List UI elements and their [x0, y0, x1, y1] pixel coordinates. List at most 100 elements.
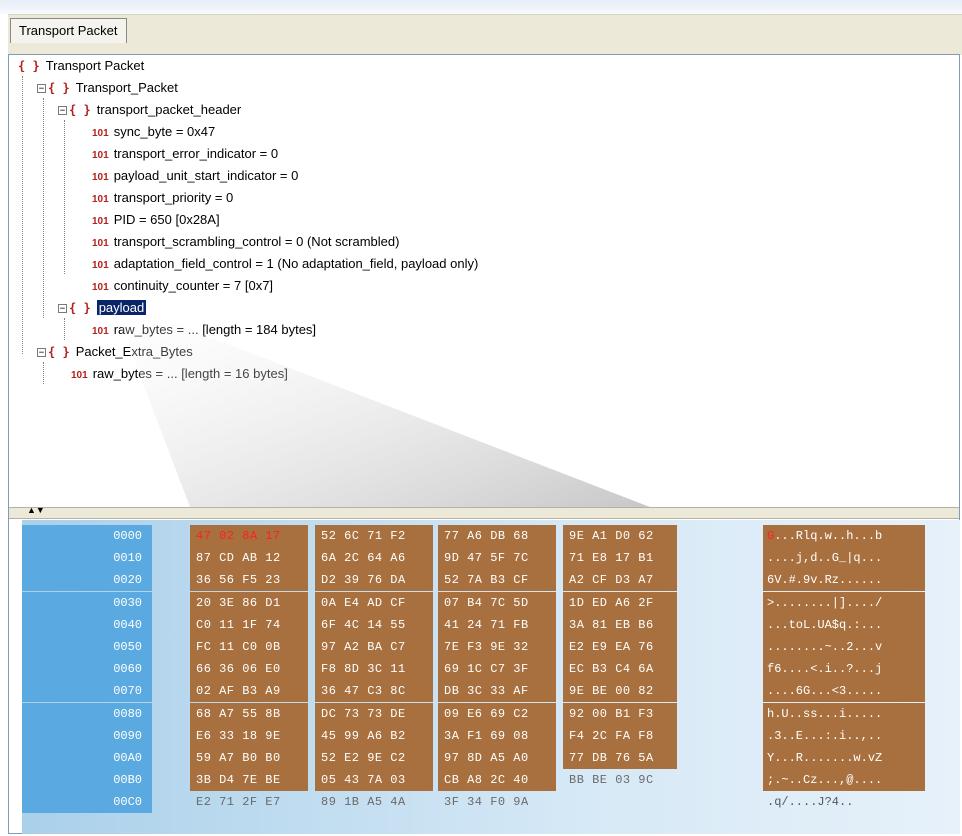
- hex-byte-group[interactable]: 59 A7 B0 B0: [190, 747, 308, 769]
- tree-node[interactable]: { } Transport Packet: [18, 56, 144, 76]
- tree-node[interactable]: 101 raw_bytes = ... [length = 184 bytes]: [81, 320, 316, 340]
- hex-ascii[interactable]: .3..E...:.i..,..: [763, 724, 925, 747]
- hex-row[interactable]: 0020 36 56 F5 23 D2 39 76 DA 52 7A B3 CF A2 …: [22, 569, 960, 592]
- hex-byte-group[interactable]: 02 AF B3 A9: [190, 680, 308, 703]
- hex-byte-group[interactable]: 3B D4 7E BE: [190, 769, 308, 792]
- hex-row[interactable]: 0010 87 CD AB 12 6A 2C 64 A6 9D 47 5F 7C 71 …: [22, 547, 960, 570]
- hex-byte-group[interactable]: D2 39 76 DA: [315, 569, 433, 592]
- collapse-icon[interactable]: −: [37, 348, 46, 358]
- tree-node[interactable]: 101 transport_error_indicator = 0: [81, 144, 278, 164]
- hex-ascii[interactable]: Y...R.......w.vZ: [763, 747, 925, 769]
- hex-byte-group[interactable]: EC B3 C4 6A: [563, 658, 677, 681]
- hex-byte-group[interactable]: 68 A7 55 8B: [190, 702, 308, 725]
- hex-byte-group[interactable]: 52 6C 71 F2: [315, 525, 433, 547]
- hex-row[interactable]: 0070 02 AF B3 A9 36 47 C3 8C DB 3C 33 AF 9E …: [22, 680, 960, 703]
- collapse-icon[interactable]: −: [58, 304, 67, 314]
- tree-node[interactable]: 101 transport_scrambling_control = 0 (Not…: [81, 232, 399, 252]
- hex-byte-group[interactable]: 3A F1 69 08: [438, 724, 556, 747]
- hex-byte-group[interactable]: 1D ED A6 2F: [563, 591, 677, 614]
- tree-node[interactable]: −{ } transport_packet_header: [58, 100, 241, 120]
- hex-row[interactable]: 0000 47 02 8A 17 52 6C 71 F2 77 A6 DB 68 9E …: [22, 525, 960, 547]
- tree-node[interactable]: 101 sync_byte = 0x47: [81, 122, 215, 142]
- hex-row[interactable]: 00B0 3B D4 7E BE 05 43 7A 03 CB A8 2C 40 BB …: [22, 769, 960, 792]
- hex-byte-group[interactable]: 3A 81 EB B6: [563, 613, 677, 636]
- hex-byte-group[interactable]: 66 36 06 E0: [190, 658, 308, 681]
- hex-byte-group[interactable]: DC 73 73 DE: [315, 702, 433, 725]
- hex-byte-group[interactable]: 09 E6 69 C2: [438, 702, 556, 725]
- hex-byte-group[interactable]: 71 E8 17 B1: [563, 547, 677, 570]
- hex-byte-group[interactable]: 0A E4 AD CF: [315, 591, 433, 614]
- hex-row[interactable]: 0050 FC 11 C0 0B 97 A2 BA C7 7E F3 9E 32 E2 …: [22, 636, 960, 658]
- hex-row[interactable]: 0040 C0 11 1F 74 6F 4C 14 55 41 24 71 FB 3A …: [22, 613, 960, 636]
- hex-byte-group[interactable]: 7E F3 9E 32: [438, 636, 556, 658]
- hex-byte-group[interactable]: E2 E9 EA 76: [563, 636, 677, 658]
- tree-node[interactable]: 101 transport_priority = 0: [81, 188, 233, 208]
- tree-guide-line: [43, 362, 44, 384]
- hex-ascii[interactable]: ...toL.UA$q.:...: [763, 613, 925, 636]
- tree-node[interactable]: 101 continuity_counter = 7 [0x7]: [81, 276, 273, 296]
- tree-node[interactable]: 101 PID = 650 [0x28A]: [81, 210, 220, 230]
- hex-byte-group[interactable]: 05 43 7A 03: [315, 769, 433, 792]
- collapse-icon[interactable]: −: [37, 84, 46, 94]
- hex-byte-group[interactable]: 89 1B A5 4A: [315, 791, 433, 813]
- tree-node[interactable]: 101 adaptation_field_control = 1 (No adap…: [81, 254, 478, 274]
- tab-transport-packet[interactable]: Transport Packet: [10, 18, 127, 43]
- collapse-icon[interactable]: −: [58, 106, 67, 116]
- hex-byte-group[interactable]: E6 33 18 9E: [190, 724, 308, 747]
- hex-byte-group[interactable]: 9E BE 00 82: [563, 680, 677, 703]
- hex-byte-group[interactable]: 77 A6 DB 68: [438, 525, 556, 547]
- hex-byte-group[interactable]: F8 8D 3C 11: [315, 658, 433, 681]
- tree-node[interactable]: −{ } Packet_Extra_Bytes: [37, 342, 193, 362]
- hex-ascii[interactable]: h.U..ss...i.....: [763, 702, 925, 725]
- hex-byte-group[interactable]: 20 3E 86 D1: [190, 591, 308, 614]
- hex-byte-group[interactable]: 87 CD AB 12: [190, 547, 308, 570]
- hex-byte-group[interactable]: 69 1C C7 3F: [438, 658, 556, 681]
- hex-ascii[interactable]: ;.~..Cz...,@....: [763, 769, 925, 792]
- hex-byte-group[interactable]: 36 56 F5 23: [190, 569, 308, 592]
- hex-byte-group[interactable]: 52 7A B3 CF: [438, 569, 556, 592]
- hex-byte-group[interactable]: 07 B4 7C 5D: [438, 591, 556, 614]
- hex-ascii[interactable]: .q/....J?4..: [763, 791, 925, 813]
- hex-byte-group[interactable]: 6F 4C 14 55: [315, 613, 433, 636]
- hex-byte-group[interactable]: E2 71 2F E7: [190, 791, 308, 813]
- hex-ascii[interactable]: G...Rlq.w..h...b: [763, 525, 925, 547]
- hex-ascii[interactable]: ........~..2...v: [763, 636, 925, 658]
- hex-row[interactable]: 00A0 59 A7 B0 B0 52 E2 9E C2 97 8D A5 A0 77 …: [22, 747, 960, 769]
- tree-node[interactable]: −{ } Transport_Packet: [37, 78, 178, 98]
- hex-ascii[interactable]: ....j,d..G_|q...: [763, 547, 925, 570]
- hex-byte-group[interactable]: 47 02 8A 17: [190, 525, 308, 547]
- hex-byte-group[interactable]: 97 A2 BA C7: [315, 636, 433, 658]
- hex-row[interactable]: 0030 20 3E 86 D1 0A E4 AD CF 07 B4 7C 5D 1D …: [22, 591, 960, 614]
- hex-row[interactable]: 00C0 E2 71 2F E7 89 1B A5 4A 3F 34 F0 9A .q/…: [22, 791, 960, 814]
- hex-byte-group[interactable]: A2 CF D3 A7: [563, 569, 677, 592]
- tree-node[interactable]: 101 raw_bytes = ... [length = 16 bytes]: [60, 364, 288, 384]
- hex-ascii[interactable]: ....6G...<3.....: [763, 680, 925, 703]
- hex-byte-group[interactable]: 45 99 A6 B2: [315, 724, 433, 747]
- hex-byte-group[interactable]: 97 8D A5 A0: [438, 747, 556, 769]
- tree-node[interactable]: 101 payload_unit_start_indicator = 0: [81, 166, 298, 186]
- hex-byte-group[interactable]: 3F 34 F0 9A: [438, 791, 556, 813]
- hex-row[interactable]: 0090 E6 33 18 9E 45 99 A6 B2 3A F1 69 08 F4 …: [22, 724, 960, 747]
- hex-byte-group[interactable]: 41 24 71 FB: [438, 613, 556, 636]
- tree-node-selected[interactable]: −{ } payload: [58, 298, 147, 318]
- hex-byte-group[interactable]: FC 11 C0 0B: [190, 636, 308, 658]
- hex-byte-group[interactable]: CB A8 2C 40: [438, 769, 556, 792]
- hex-ascii[interactable]: f6....<.i..?...j: [763, 658, 925, 681]
- hex-row[interactable]: 0080 68 A7 55 8B DC 73 73 DE 09 E6 69 C2 92 …: [22, 702, 960, 725]
- hex-ascii[interactable]: 6V.#.9v.Rz......: [763, 569, 925, 592]
- hex-byte-group[interactable]: 92 00 B1 F3: [563, 702, 677, 725]
- hex-byte-group[interactable]: F4 2C FA F8: [563, 724, 677, 747]
- hex-byte-group[interactable]: 77 DB 76 5A: [563, 747, 677, 769]
- hex-byte-group[interactable]: 36 47 C3 8C: [315, 680, 433, 703]
- hex-byte-group[interactable]: BB BE 03 9C: [563, 769, 677, 791]
- pane-splitter[interactable]: ▲▼: [9, 505, 959, 519]
- hex-ascii[interactable]: >........|]..../: [763, 591, 925, 614]
- hex-byte-group[interactable]: DB 3C 33 AF: [438, 680, 556, 703]
- hex-byte-group[interactable]: 9E A1 D0 62: [563, 525, 677, 547]
- hex-byte-group[interactable]: C0 11 1F 74: [190, 613, 308, 636]
- hex-view[interactable]: 0000 47 02 8A 17 52 6C 71 F2 77 A6 DB 68 9E …: [22, 520, 960, 834]
- hex-byte-group[interactable]: 6A 2C 64 A6: [315, 547, 433, 570]
- hex-byte-group[interactable]: 52 E2 9E C2: [315, 747, 433, 769]
- hex-byte-group[interactable]: 9D 47 5F 7C: [438, 547, 556, 570]
- hex-row[interactable]: 0060 66 36 06 E0 F8 8D 3C 11 69 1C C7 3F EC …: [22, 658, 960, 681]
